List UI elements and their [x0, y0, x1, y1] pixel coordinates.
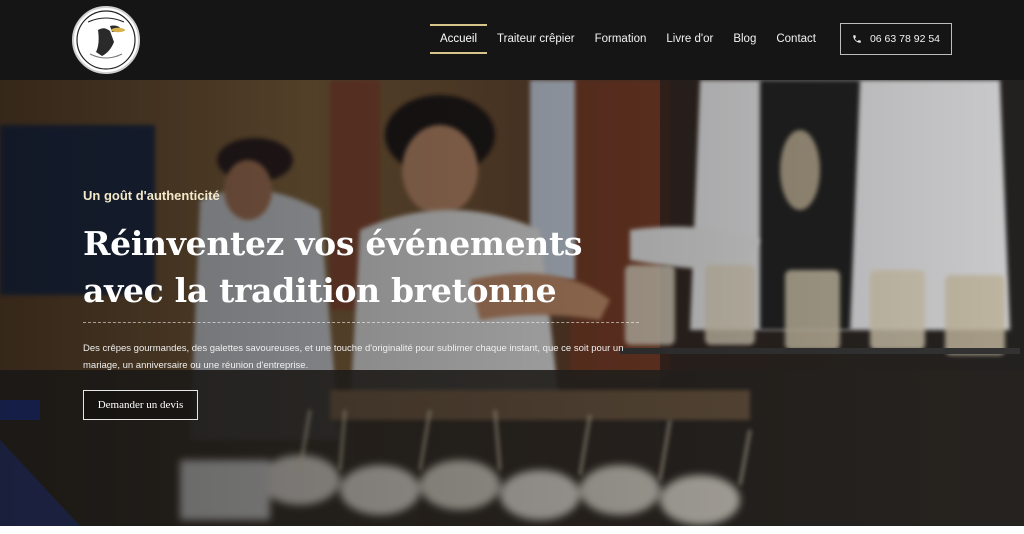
logo-icon [75, 9, 137, 71]
page: Accueil Traiteur crêpier Formation Livre… [0, 0, 1024, 534]
phone-button[interactable]: 06 63 78 92 54 [840, 23, 952, 55]
nav-item-blog[interactable]: Blog [723, 24, 766, 54]
request-quote-button[interactable]: Demander un devis [83, 390, 198, 420]
phone-icon [853, 35, 861, 43]
next-section-edge [0, 526, 1024, 534]
nav-item-livre-d-or[interactable]: Livre d'or [656, 24, 723, 54]
nav-item-traiteur-crepier[interactable]: Traiteur crêpier [487, 24, 585, 54]
hero-divider [83, 322, 639, 323]
nav-item-contact[interactable]: Contact [766, 24, 826, 54]
brand-logo[interactable] [72, 6, 140, 74]
nav-item-formation[interactable]: Formation [585, 24, 657, 54]
phone-number: 06 63 78 92 54 [869, 33, 941, 45]
hero-description: Des crêpes gourmandes, des galettes savo… [83, 343, 624, 371]
hero-kicker: Un goût d'authenticité [83, 188, 220, 203]
site-header: Accueil Traiteur crêpier Formation Livre… [0, 0, 1024, 80]
nav-item-accueil[interactable]: Accueil [429, 24, 488, 54]
hero-title: Réinventez vos événements avec la tradit… [83, 220, 643, 314]
main-nav: Accueil Traiteur crêpier Formation Livre… [429, 24, 826, 54]
hero-title-line-1: Réinventez vos événements [83, 224, 583, 263]
hero-title-line-2: avec la tradition bretonne [83, 271, 557, 310]
hero-section: Un goût d'authenticité Réinventez vos év… [0, 80, 1024, 526]
